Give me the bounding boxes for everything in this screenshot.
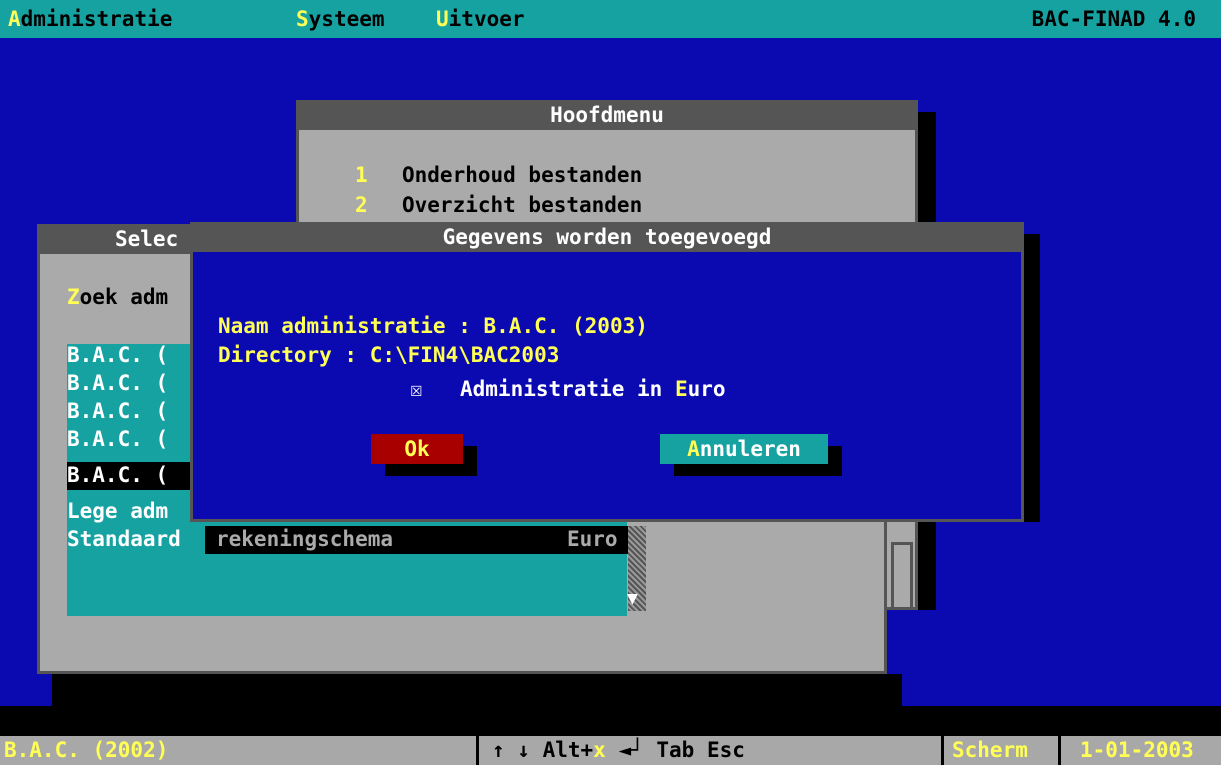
hoofdmenu-item-1-number: 1 bbox=[355, 163, 368, 187]
bottom-strip bbox=[0, 706, 1221, 736]
directory-value[interactable]: C:\FIN4\BAC2003 bbox=[370, 343, 560, 367]
directory-field: Directory : C:\FIN4\BAC2003 bbox=[218, 342, 559, 368]
annuleren-button[interactable]: Annuleren bbox=[660, 434, 828, 464]
status-date: 1-01-2003 bbox=[1080, 738, 1194, 762]
euro-checkbox-label[interactable]: Administratie in Euro bbox=[460, 376, 726, 402]
scroll-down-arrow-icon[interactable]: ▼ bbox=[627, 586, 638, 612]
status-divider bbox=[941, 736, 944, 765]
hoofdmenu-scrollbar[interactable] bbox=[891, 542, 913, 610]
status-key-hints: ↑ ↓ Alt+x ◄┘ Tab Esc bbox=[492, 738, 745, 762]
app-version: BAC-FINAD 4.0 bbox=[1031, 7, 1196, 31]
naam-administratie-label: Naam administratie : bbox=[218, 314, 484, 338]
list-item-standaard-currency: Euro bbox=[567, 527, 618, 551]
menu-administratie[interactable]: Administratie bbox=[8, 6, 172, 32]
directory-label: Directory : bbox=[218, 343, 370, 367]
menu-uitvoer[interactable]: Uitvoer bbox=[436, 6, 525, 32]
hoofdmenu-titlebar: Hoofdmenu bbox=[296, 100, 918, 130]
list-item-standaard-desc: rekeningschema bbox=[216, 527, 394, 551]
status-divider bbox=[476, 736, 479, 765]
ok-button[interactable]: Ok bbox=[371, 434, 463, 464]
hoofdmenu-item-overzicht[interactable]: Overzicht bestanden bbox=[402, 192, 642, 218]
dialog-shadow-right bbox=[1024, 234, 1040, 522]
euro-checkbox-icon[interactable]: ☒ bbox=[410, 376, 423, 402]
status-current-admin: B.A.C. (2002) bbox=[4, 738, 169, 762]
menu-bar: Administratie Systeem Uitvoer BAC-FINAD … bbox=[0, 0, 1221, 38]
hoofdmenu-item-2-number: 2 bbox=[355, 193, 368, 217]
select-window-shadow-bottom bbox=[52, 674, 902, 706]
dialog-title: Gegevens worden toegevoegd bbox=[442, 225, 772, 249]
hoofdmenu-item-onderhoud[interactable]: Onderhoud bestanden bbox=[402, 162, 642, 188]
list-item[interactable]: B.A.C. ( bbox=[67, 426, 168, 452]
list-item-selected[interactable]: B.A.C. ( bbox=[67, 462, 168, 488]
hoofdmenu-title: Hoofdmenu bbox=[550, 103, 664, 127]
status-screen[interactable]: Scherm bbox=[952, 737, 1028, 763]
list-item[interactable]: B.A.C. ( bbox=[67, 342, 168, 368]
select-window-title: Selec bbox=[115, 227, 179, 251]
naam-administratie-field: Naam administratie : B.A.C. (2003) bbox=[218, 313, 648, 339]
list-item[interactable]: B.A.C. ( bbox=[67, 370, 168, 396]
search-administratie-label[interactable]: Zoek adm bbox=[67, 284, 168, 310]
list-item[interactable]: B.A.C. ( bbox=[67, 398, 168, 424]
status-divider bbox=[1058, 736, 1061, 765]
list-item-standaard[interactable]: Standaard bbox=[67, 526, 181, 552]
menu-systeem[interactable]: Systeem bbox=[296, 6, 385, 32]
dialog-titlebar: Gegevens worden toegevoegd bbox=[190, 222, 1024, 252]
naam-administratie-value[interactable]: B.A.C. (2003) bbox=[484, 314, 648, 338]
list-item[interactable]: Lege adm bbox=[67, 498, 168, 524]
status-bar: B.A.C. (2002) ↑ ↓ Alt+x ◄┘ Tab Esc Scher… bbox=[0, 736, 1221, 765]
